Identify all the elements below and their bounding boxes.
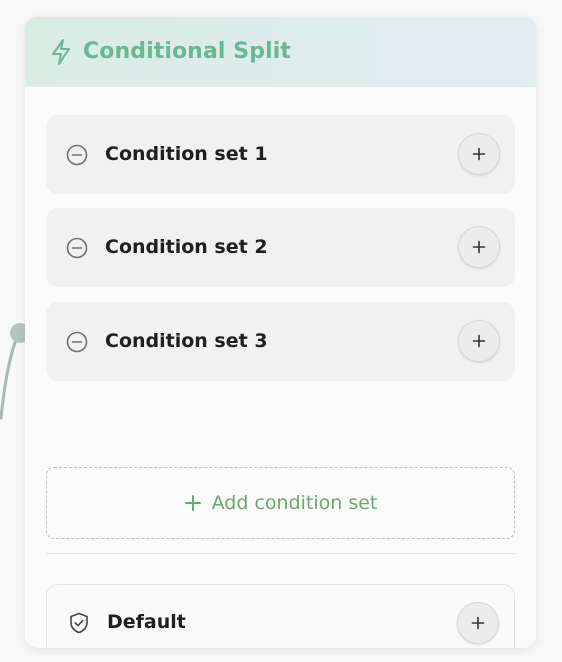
condition-set-label: Condition set 1 <box>105 143 268 165</box>
condition-set-label: Condition set 2 <box>105 236 268 258</box>
node-header[interactable]: Conditional Split <box>25 17 536 87</box>
plus-icon <box>472 240 486 254</box>
plus-icon <box>472 147 486 161</box>
canvas: Conditional Split Condition set 1 Condit… <box>0 0 562 662</box>
add-condition-set-button[interactable]: Add condition set <box>46 467 515 539</box>
plus-icon <box>472 334 486 348</box>
plus-icon <box>471 616 485 630</box>
condition-set-label: Condition set 3 <box>105 330 268 352</box>
condition-set-row[interactable]: Condition set 1 <box>46 115 515 194</box>
bolt-icon <box>49 38 73 66</box>
minus-circle-icon[interactable] <box>66 144 88 166</box>
minus-circle-icon[interactable] <box>66 331 88 353</box>
default-branch-row[interactable]: Default <box>46 584 515 648</box>
default-branch-label: Default <box>107 611 186 633</box>
shield-check-icon <box>67 611 91 635</box>
add-condition-button[interactable] <box>458 320 500 362</box>
add-condition-set-label: Add condition set <box>211 492 378 514</box>
add-default-button[interactable] <box>457 602 499 644</box>
add-condition-button[interactable] <box>458 133 500 175</box>
divider <box>46 553 515 554</box>
condition-set-row[interactable]: Condition set 2 <box>46 208 515 287</box>
conditional-split-node[interactable]: Conditional Split Condition set 1 Condit… <box>25 17 536 648</box>
condition-set-row[interactable]: Condition set 3 <box>46 302 515 381</box>
minus-circle-icon[interactable] <box>66 237 88 259</box>
node-title: Conditional Split <box>83 39 291 64</box>
add-condition-button[interactable] <box>458 226 500 268</box>
plus-icon <box>184 495 201 511</box>
